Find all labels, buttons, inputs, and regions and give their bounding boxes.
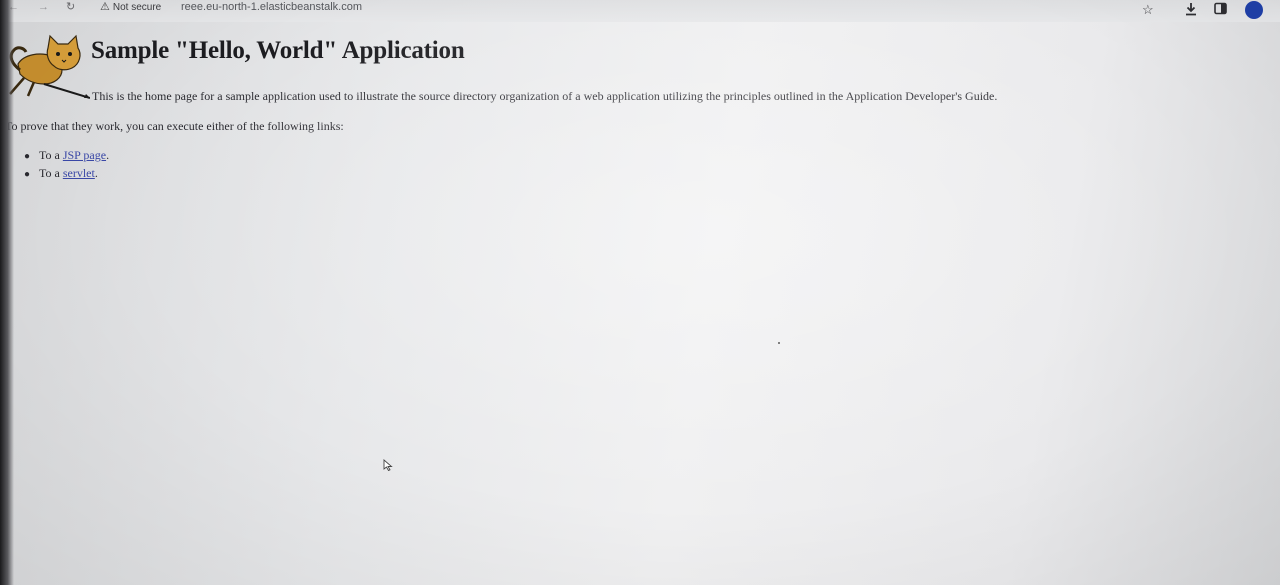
servlet-link[interactable]: servlet <box>63 166 95 180</box>
link-prefix: To a <box>39 166 63 180</box>
reload-icon[interactable]: ↻ <box>66 1 75 13</box>
page-title: Sample "Hello, World" Application <box>91 37 465 64</box>
prove-paragraph: To prove that they work, you can execute… <box>5 119 344 133</box>
link-suffix: . <box>106 148 110 162</box>
bookmark-star-icon[interactable]: ☆ <box>1142 2 1154 18</box>
browser-toolbar: ← → ↻ ⚠Not secure reee.eu-north-1.elasti… <box>0 0 1280 22</box>
link-suffix: . <box>94 166 98 180</box>
mouse-cursor-icon <box>383 459 393 471</box>
jsp-page-link[interactable]: JSP page <box>63 148 106 162</box>
bullet-icon: ● <box>24 151 31 162</box>
warning-triangle-icon: ⚠ <box>100 1 110 13</box>
link-prefix: To a <box>39 148 63 162</box>
screen-speck <box>778 342 780 344</box>
list-item: ● To a JSP page. <box>24 147 109 165</box>
profile-avatar-icon[interactable] <box>1245 1 1263 19</box>
forward-arrow-icon[interactable]: → <box>38 1 49 13</box>
address-bar[interactable]: reee.eu-north-1.elasticbeanstalk.com <box>181 0 362 14</box>
list-item: ● To a servlet. <box>24 165 109 183</box>
links-list: ● To a JSP page. ● To a servlet. <box>24 147 109 183</box>
side-panel-icon[interactable] <box>1214 2 1227 19</box>
bullet-icon: ● <box>24 169 31 180</box>
monitor-bezel <box>0 0 14 585</box>
download-icon[interactable] <box>1184 2 1198 20</box>
security-indicator[interactable]: ⚠ Not secure <box>100 0 161 14</box>
security-label: Not secure <box>112 2 162 13</box>
tomcat-logo-icon <box>9 34 90 99</box>
intro-paragraph: This is the home page for a sample appli… <box>92 89 998 103</box>
screen-glare <box>0 0 1280 585</box>
screen: ← → ↻ ⚠Not secure reee.eu-north-1.elasti… <box>0 0 1280 585</box>
